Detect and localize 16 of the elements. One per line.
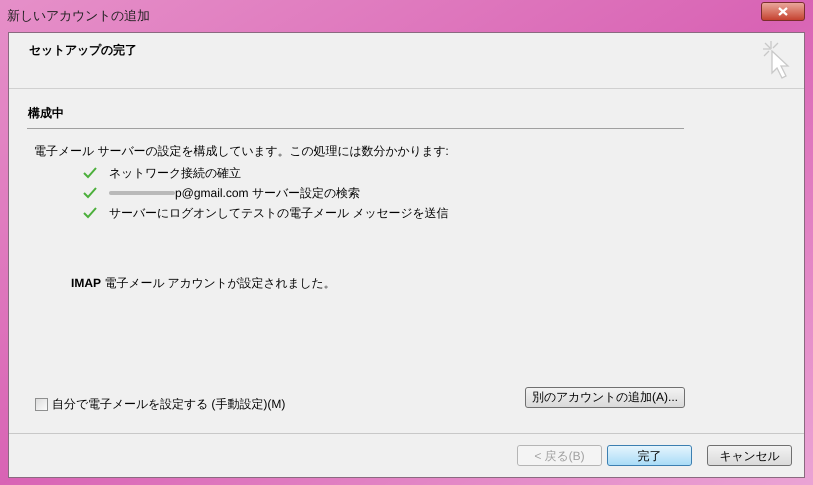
manual-setup-checkbox[interactable] xyxy=(35,398,48,410)
header-title: セットアップの完了 xyxy=(29,42,137,59)
step-text: ネットワーク接続の確立 xyxy=(109,164,241,182)
add-account-button[interactable]: 別のアカウントの追加(A)... xyxy=(525,386,685,408)
section-title: 構成中 xyxy=(27,106,64,120)
window-title: 新しいアカウントの追加 xyxy=(7,7,150,26)
intro-text: 電子メール サーバーの設定を構成しています。この処理には数分かかります: xyxy=(34,143,450,160)
dialog-button[interactable]: 完了 xyxy=(607,445,692,466)
step-text: サーバーにログオンしてテストの電子メール メッセージを送信 xyxy=(109,204,448,222)
redaction-blur xyxy=(109,190,175,196)
step-text: p@gmail.com サーバー設定の検索 xyxy=(175,184,360,202)
close-button[interactable] xyxy=(761,2,805,20)
manual-setup-label: 自分で電子メールを設定する (手動設定)(M) xyxy=(52,396,286,413)
dialog-button[interactable]: キャンセル xyxy=(707,445,792,466)
close-icon xyxy=(778,6,788,16)
result-text: IMAP 電子メール アカウントが設定されました。 xyxy=(71,275,337,292)
